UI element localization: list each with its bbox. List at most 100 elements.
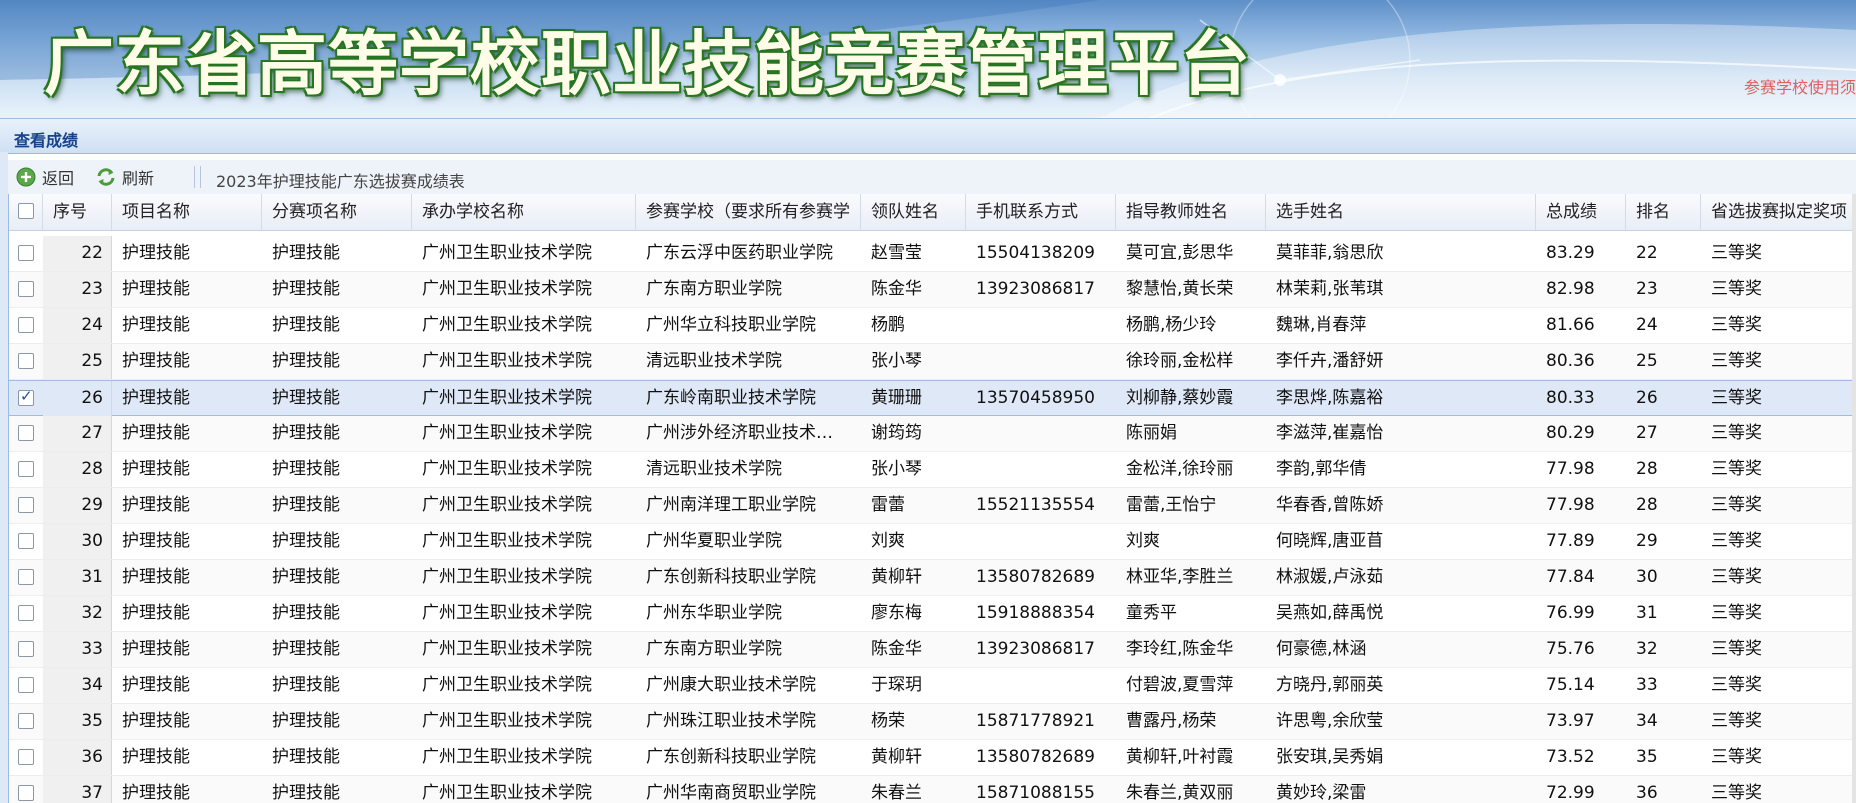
cell-host-school: 广州卫生职业技术学院	[422, 747, 592, 767]
toolbar-separator	[200, 166, 201, 188]
col-header-subproject[interactable]: 分赛项名称	[262, 194, 412, 230]
col-header-teachers[interactable]: 指导教师姓名	[1116, 194, 1266, 230]
back-button[interactable]: 返回	[16, 166, 74, 188]
cell-host-school: 广州卫生职业技术学院	[422, 459, 592, 479]
cell-teachers: 朱春兰,黄双丽	[1126, 783, 1234, 803]
table-row[interactable]: 37 护理技能 护理技能 广州卫生职业技术学院 广州华南商贸职业学院 朱春兰 1587108…	[9, 776, 1856, 803]
cell-players: 何豪德,林涵	[1276, 639, 1367, 659]
col-header-project[interactable]: 项目名称	[112, 194, 262, 230]
cell-phone: 13580782689	[976, 747, 1095, 767]
row-checkbox[interactable]	[18, 533, 34, 549]
row-checkbox[interactable]	[18, 425, 34, 441]
toolbar: 返回 刷新 2023年护理技能广东选拔赛成绩表	[8, 160, 1856, 194]
col-header-score[interactable]: 总成绩	[1536, 194, 1626, 230]
cell-rank: 23	[1636, 279, 1658, 299]
row-number: 34	[43, 668, 112, 703]
col-header-rank[interactable]: 排名	[1626, 194, 1701, 230]
cell-phone	[966, 668, 1116, 703]
cell-score: 72.99	[1546, 783, 1595, 803]
row-checkbox[interactable]	[18, 605, 34, 621]
cell-phone: 15521135554	[976, 495, 1095, 515]
row-checkbox[interactable]	[18, 677, 34, 693]
row-checkbox[interactable]	[18, 461, 34, 477]
cell-host-school: 广州卫生职业技术学院	[422, 531, 592, 551]
table-row[interactable]: 28 护理技能 护理技能 广州卫生职业技术学院 清远职业技术学院 张小琴 金松洋,徐玲丽 李韵…	[9, 452, 1856, 488]
select-all-checkbox[interactable]	[18, 203, 34, 219]
cell-rank: 26	[1636, 388, 1658, 408]
col-header-award[interactable]: 省选拔赛拟定奖项	[1701, 194, 1856, 230]
cell-award: 三等奖	[1711, 388, 1762, 408]
cell-project: 护理技能	[122, 639, 190, 659]
row-checkbox[interactable]	[18, 497, 34, 513]
col-header-host-school[interactable]: 承办学校名称	[412, 194, 636, 230]
row-checkbox[interactable]	[18, 785, 34, 801]
vertical-scrollbar[interactable]	[1852, 194, 1856, 803]
table-row[interactable]: 25 护理技能 护理技能 广州卫生职业技术学院 清远职业技术学院 张小琴 徐玲丽,金松样 李仟…	[9, 344, 1856, 380]
cell-score: 76.99	[1546, 603, 1595, 623]
add-circle-icon	[16, 167, 36, 187]
cell-teachers: 童秀平	[1126, 603, 1177, 623]
table-row[interactable]: 22 护理技能 护理技能 广州卫生职业技术学院 广东云浮中医药职业学院 赵雪莹 155041…	[9, 236, 1856, 272]
cell-score: 77.89	[1546, 531, 1595, 551]
cell-phone	[966, 452, 1116, 487]
table-row[interactable]: 24 护理技能 护理技能 广州卫生职业技术学院 广州华立科技职业学院 杨鹏 杨鹏,杨少玲 魏琳…	[9, 308, 1856, 344]
back-button-label: 返回	[42, 169, 75, 188]
cell-players: 黄妙玲,梁雷	[1276, 783, 1367, 803]
refresh-button[interactable]: 刷新	[96, 166, 154, 188]
cell-subproject: 护理技能	[272, 567, 340, 587]
cell-teachers: 刘爽	[1126, 531, 1160, 551]
table-row[interactable]: 27 护理技能 护理技能 广州卫生职业技术学院 广州涉外经济职业技术… 谢筠筠 陈丽娟 李滋萍…	[9, 416, 1856, 452]
cell-subproject: 护理技能	[272, 495, 340, 515]
cell-host-school: 广州卫生职业技术学院	[422, 711, 592, 731]
row-checkbox[interactable]	[18, 353, 34, 369]
table-row[interactable]: 32 护理技能 护理技能 广州卫生职业技术学院 广州东华职业学院 廖东梅 159188883…	[9, 596, 1856, 632]
cell-host-school: 广州卫生职业技术学院	[422, 243, 592, 263]
table-row[interactable]: 35 护理技能 护理技能 广州卫生职业技术学院 广州珠江职业技术学院 杨荣 15871778…	[9, 704, 1856, 740]
left-collapse-bar[interactable]	[0, 152, 8, 803]
row-checkbox[interactable]	[18, 569, 34, 585]
table-row[interactable]: 29 护理技能 护理技能 广州卫生职业技术学院 广州南洋理工职业学院 雷蕾 15521135…	[9, 488, 1856, 524]
col-header-no[interactable]: 序号	[43, 194, 112, 230]
cell-school: 广州康大职业技术学院	[646, 675, 816, 695]
row-checkbox[interactable]	[18, 281, 34, 297]
cell-award: 三等奖	[1711, 351, 1762, 371]
row-checkbox[interactable]	[18, 245, 34, 261]
cell-leader: 黄柳轩	[871, 747, 922, 767]
cell-host-school: 广州卫生职业技术学院	[422, 351, 592, 371]
cell-score: 83.29	[1546, 243, 1595, 263]
banner-notice-link[interactable]: 参赛学校使用须	[1744, 74, 1856, 98]
col-header-players[interactable]: 选手姓名	[1266, 194, 1536, 230]
table-row[interactable]: 33 护理技能 护理技能 广州卫生职业技术学院 广东南方职业学院 陈金华 139230868…	[9, 632, 1856, 668]
table-row[interactable]: 36 护理技能 护理技能 广州卫生职业技术学院 广东创新科技职业学院 黄柳轩 1358078…	[9, 740, 1856, 776]
cell-leader: 黄珊珊	[871, 388, 922, 408]
cell-host-school: 广州卫生职业技术学院	[422, 315, 592, 335]
row-checkbox[interactable]	[18, 713, 34, 729]
cell-project: 护理技能	[122, 351, 190, 371]
cell-award: 三等奖	[1711, 459, 1762, 479]
cell-teachers: 杨鹏,杨少玲	[1126, 315, 1217, 335]
cell-project: 护理技能	[122, 495, 190, 515]
table-row[interactable]: 31 护理技能 护理技能 广州卫生职业技术学院 广东创新科技职业学院 黄柳轩 1358078…	[9, 560, 1856, 596]
cell-host-school: 广州卫生职业技术学院	[422, 675, 592, 695]
cell-players: 方晓丹,郭丽英	[1276, 675, 1384, 695]
row-checkbox[interactable]	[18, 387, 34, 406]
table-row[interactable]: 30 护理技能 护理技能 广州卫生职业技术学院 广州华夏职业学院 刘爽 刘爽 何晓辉,唐亚苜 7…	[9, 524, 1856, 560]
cell-host-school: 广州卫生职业技术学院	[422, 388, 592, 408]
table-row[interactable]: 23 护理技能 护理技能 广州卫生职业技术学院 广东南方职业学院 陈金华 139230868…	[9, 272, 1856, 308]
col-header-leader[interactable]: 领队姓名	[861, 194, 966, 230]
cell-subproject: 护理技能	[272, 351, 340, 371]
row-checkbox[interactable]	[18, 749, 34, 765]
cell-players: 许思粤,余欣莹	[1276, 711, 1384, 731]
cell-leader: 张小琴	[871, 459, 922, 479]
row-number: 24	[43, 308, 112, 343]
cell-phone: 15871778921	[976, 711, 1095, 731]
table-row[interactable]: 26 护理技能 护理技能 广州卫生职业技术学院 广东岭南职业技术学院 黄珊珊 1357045…	[9, 380, 1856, 416]
table-row[interactable]: 34 护理技能 护理技能 广州卫生职业技术学院 广州康大职业技术学院 于琛玥 付碧波,夏雪萍…	[9, 668, 1856, 704]
cell-score: 81.66	[1546, 315, 1595, 335]
row-checkbox[interactable]	[18, 317, 34, 333]
col-header-phone[interactable]: 手机联系方式	[966, 194, 1116, 230]
cell-score: 73.97	[1546, 711, 1595, 731]
refresh-button-label: 刷新	[122, 169, 155, 188]
row-checkbox[interactable]	[18, 641, 34, 657]
col-header-school[interactable]: 参赛学校（要求所有参赛学	[636, 194, 861, 230]
